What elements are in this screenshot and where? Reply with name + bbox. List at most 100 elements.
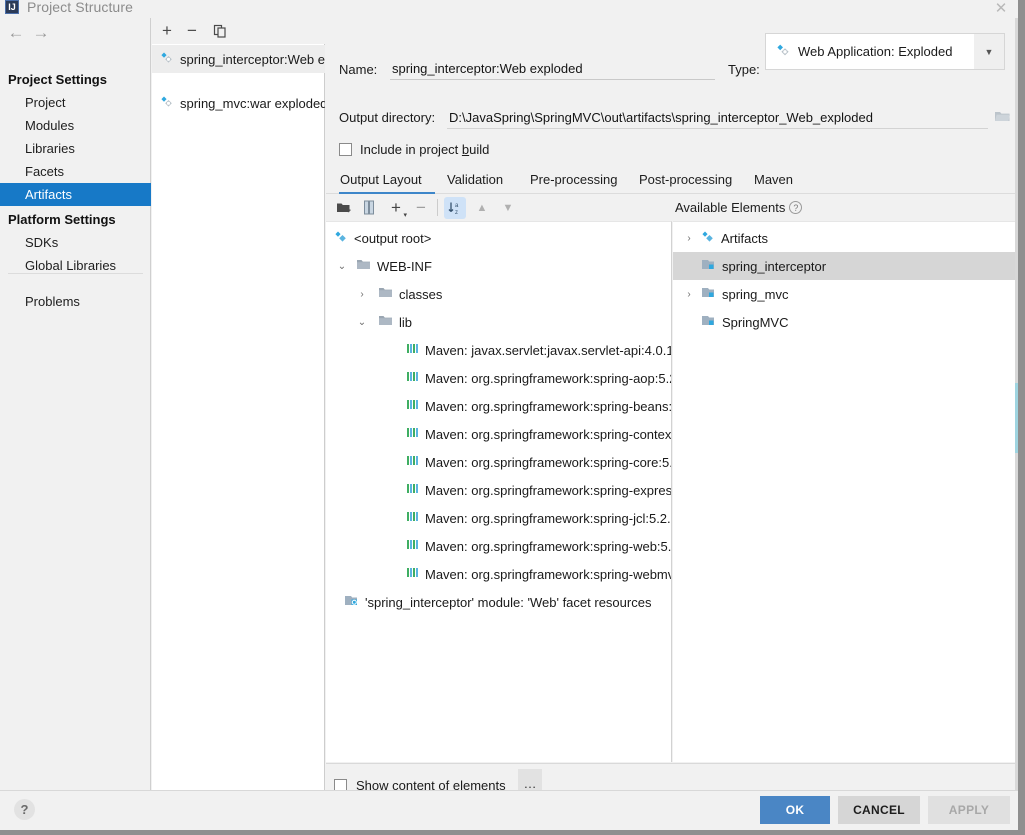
window-right-edge bbox=[1018, 0, 1025, 835]
artifact-icon bbox=[776, 43, 791, 61]
tree-row-label: Maven: org.springframework:spring-expres… bbox=[425, 482, 672, 498]
svg-text:z: z bbox=[455, 210, 458, 216]
tree-row[interactable]: ⌄ WEB-INF bbox=[326, 252, 671, 280]
library-icon bbox=[406, 538, 419, 554]
chevron-right-icon[interactable]: › bbox=[681, 286, 697, 302]
move-up-icon[interactable]: ▲ bbox=[472, 197, 492, 218]
chevron-right-icon[interactable]: › bbox=[681, 230, 697, 246]
output-layout-tree[interactable]: <output root> ⌄ WEB-INF › classes ⌄ lib … bbox=[326, 221, 672, 762]
tree-row[interactable]: Maven: org.springframework:spring-jcl:5.… bbox=[326, 504, 671, 532]
tree-row[interactable]: spring_interceptor bbox=[673, 252, 1018, 280]
new-folder-icon[interactable] bbox=[334, 197, 354, 218]
output-directory-input[interactable] bbox=[447, 106, 988, 129]
library-icon bbox=[406, 566, 419, 582]
folder-icon[interactable] bbox=[990, 104, 1014, 128]
tab-pre-processing[interactable]: Pre-processing bbox=[529, 164, 627, 194]
tab-validation[interactable]: Validation bbox=[446, 164, 518, 194]
tree-row[interactable]: Maven: org.springframework:spring-expres… bbox=[326, 476, 672, 504]
tree-row[interactable]: › spring_mvc bbox=[673, 280, 1018, 308]
tree-row-label: SpringMVC bbox=[722, 314, 789, 330]
tree-row[interactable]: Maven: org.springframework:spring-beans:… bbox=[326, 392, 672, 420]
type-label: Type: bbox=[728, 62, 760, 77]
close-icon[interactable]: ✕ bbox=[989, 1, 1013, 17]
tree-row[interactable]: Maven: org.springframework:spring-core:5… bbox=[326, 448, 671, 476]
module-icon bbox=[701, 286, 716, 303]
arrow-left-icon[interactable]: ← bbox=[5, 22, 27, 44]
available-elements-tree[interactable]: › Artifacts spring_interceptor › spring_… bbox=[673, 221, 1018, 762]
ok-button[interactable]: OK bbox=[760, 796, 830, 824]
list-item-label: spring_interceptor:Web exploded bbox=[180, 51, 325, 67]
library-icon bbox=[406, 454, 419, 470]
tree-row-label: classes bbox=[399, 286, 443, 302]
tree-row-label: spring_interceptor bbox=[722, 258, 827, 274]
tree-row[interactable]: Maven: org.springframework:spring-contex… bbox=[326, 420, 671, 448]
tree-row[interactable]: <output root> bbox=[326, 224, 671, 252]
navigation-arrows: ← → bbox=[0, 18, 151, 50]
copy-artifact-button[interactable] bbox=[210, 21, 230, 41]
list-item[interactable]: spring_interceptor:Web exploded bbox=[152, 45, 325, 73]
tree-row[interactable]: SpringMVC bbox=[673, 308, 1018, 336]
tree-row[interactable]: › classes bbox=[326, 280, 671, 308]
library-icon bbox=[406, 398, 419, 414]
help-icon[interactable]: ? bbox=[789, 201, 803, 214]
sidebar-item-facets[interactable]: Facets bbox=[0, 160, 151, 183]
tree-row[interactable]: Maven: org.springframework:spring-aop:5.… bbox=[326, 364, 671, 392]
folder-icon bbox=[356, 258, 371, 274]
artifact-details-panel: Name: Type: Web Application: Exploded ▼ … bbox=[326, 18, 1018, 808]
library-icon bbox=[406, 426, 419, 442]
apply-button: APPLY bbox=[928, 796, 1010, 824]
tree-row-label: Maven: org.springframework:spring-beans:… bbox=[425, 398, 672, 414]
tab-post-processing[interactable]: Post-processing bbox=[638, 164, 742, 194]
tree-row-label: Maven: org.springframework:spring-aop:5.… bbox=[425, 370, 671, 386]
tree-row[interactable]: Maven: org.springframework:spring-web:5.… bbox=[326, 532, 671, 560]
settings-sidebar: ← → Project Settings Platform Settings P… bbox=[0, 18, 151, 790]
sidebar-item-modules[interactable]: Modules bbox=[0, 114, 151, 137]
list-item[interactable]: spring_mvc:war exploded bbox=[152, 89, 325, 117]
cancel-button[interactable]: CANCEL bbox=[838, 796, 920, 824]
artifact-type-value: Web Application: Exploded bbox=[798, 44, 953, 59]
remove-element-button[interactable]: − bbox=[411, 197, 431, 218]
chevron-down-icon[interactable]: ⌄ bbox=[354, 314, 370, 330]
tree-row[interactable]: 'spring_interceptor' module: 'Web' facet… bbox=[326, 588, 671, 616]
sort-alpha-icon[interactable]: a z bbox=[444, 197, 466, 219]
folder-icon bbox=[378, 286, 393, 302]
tree-row[interactable]: ⌄ lib bbox=[326, 308, 671, 336]
artifact-list-toolbar: + − bbox=[152, 18, 325, 44]
library-icon bbox=[406, 342, 419, 358]
sidebar-group-platform-settings: Platform Settings bbox=[8, 212, 116, 227]
arrow-right-icon[interactable]: → bbox=[30, 22, 52, 44]
remove-artifact-button[interactable]: − bbox=[182, 21, 202, 41]
add-artifact-button[interactable]: + bbox=[157, 21, 177, 41]
sidebar-item-project[interactable]: Project bbox=[0, 91, 151, 114]
tree-row-label: WEB-INF bbox=[377, 258, 432, 274]
sidebar-item-libraries[interactable]: Libraries bbox=[0, 137, 151, 160]
tree-row-label: 'spring_interceptor' module: 'Web' facet… bbox=[365, 594, 652, 610]
tab-maven[interactable]: Maven bbox=[753, 164, 799, 194]
chevron-down-icon[interactable]: ▼ bbox=[974, 34, 1004, 69]
move-down-icon[interactable]: ▼ bbox=[498, 197, 518, 218]
include-in-project-build-checkbox[interactable]: Include in project build bbox=[339, 140, 489, 158]
idea-logo-icon: IJ bbox=[5, 0, 19, 14]
tree-row[interactable]: › Artifacts bbox=[673, 224, 1018, 252]
archive-icon[interactable] bbox=[359, 197, 379, 218]
sidebar-item-sdks[interactable]: SDKs bbox=[0, 231, 151, 254]
name-input[interactable] bbox=[390, 58, 715, 80]
library-icon bbox=[406, 482, 419, 498]
title-bar: IJ Project Structure ✕ bbox=[0, 0, 1025, 18]
add-element-button[interactable]: + ▾ bbox=[385, 197, 407, 219]
sidebar-item-artifacts[interactable]: Artifacts bbox=[0, 183, 151, 206]
sidebar-item-problems[interactable]: Problems bbox=[0, 290, 151, 313]
tree-row-label: Maven: org.springframework:spring-jcl:5.… bbox=[425, 510, 671, 526]
tree-row[interactable]: Maven: javax.servlet:javax.servlet-api:4… bbox=[326, 336, 671, 364]
chevron-down-icon[interactable]: ⌄ bbox=[334, 258, 350, 274]
tab-output-layout[interactable]: Output Layout bbox=[339, 164, 435, 194]
available-elements-title: Available Elements bbox=[675, 200, 786, 215]
artifact-list-panel: + − spring_interceptor:Web exploded bbox=[152, 18, 325, 797]
output-directory-label: Output directory: bbox=[339, 110, 436, 125]
facet-icon bbox=[344, 594, 359, 611]
project-structure-dialog: IJ Project Structure ✕ ← → Project Setti… bbox=[0, 0, 1025, 835]
chevron-right-icon[interactable]: › bbox=[354, 286, 370, 302]
tree-row-label: Maven: org.springframework:spring-webmvc… bbox=[425, 566, 672, 582]
tree-row[interactable]: Maven: org.springframework:spring-webmvc… bbox=[326, 560, 672, 588]
artifact-type-select[interactable]: Web Application: Exploded ▼ bbox=[765, 33, 1005, 70]
